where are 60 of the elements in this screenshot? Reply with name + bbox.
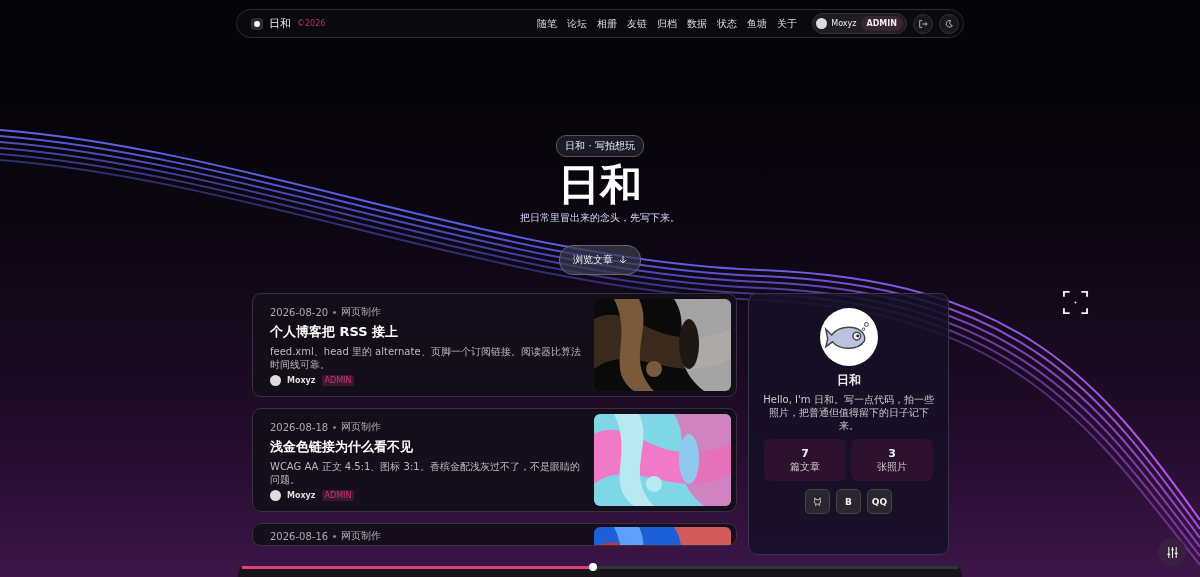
- post-category[interactable]: 网页制作: [341, 529, 382, 543]
- separator-dot: [333, 425, 337, 429]
- hero-title: 日和: [558, 161, 642, 209]
- theme-toggle-button[interactable]: [939, 13, 959, 34]
- social-button[interactable]: QQ: [867, 489, 892, 514]
- moon-icon: [944, 18, 954, 29]
- nav-link[interactable]: 鱼塘: [742, 16, 773, 31]
- profile-name: 日和: [836, 372, 861, 389]
- avatar-icon: [816, 18, 828, 29]
- hero-tag: 日和 · 写拍想玩: [556, 135, 644, 157]
- post-title[interactable]: 浅金色链接为什么看不见: [270, 438, 584, 456]
- post-date: 2026-08-16: [270, 530, 329, 542]
- nav-link[interactable]: 归档: [652, 16, 683, 31]
- user-name: Moxyz: [831, 19, 857, 28]
- cat-icon: [812, 496, 823, 507]
- post-card[interactable]: 2026-08-16 网页制作: [252, 523, 737, 546]
- avatar-icon: [270, 490, 281, 501]
- role-badge: ADMIN: [860, 16, 903, 31]
- stat-label: 张照片: [877, 459, 907, 474]
- focus-frame-icon: [1062, 289, 1089, 316]
- hero-subtitle: 把日常里冒出来的念头，先写下来。: [520, 211, 680, 225]
- post-category[interactable]: 网页制作: [341, 305, 382, 319]
- post-excerpt: WCAG AA 正文 4.5:1、图标 3:1。香槟金配浅灰过不了，不是眼睛的问题。: [270, 460, 581, 486]
- progress-track[interactable]: [242, 566, 958, 569]
- nav-link[interactable]: 论坛: [562, 16, 593, 31]
- nav-link[interactable]: 相册: [592, 16, 623, 31]
- logout-button[interactable]: [913, 13, 933, 34]
- sliders-icon: [1165, 545, 1179, 559]
- role-badge: ADMIN: [321, 490, 355, 501]
- post-excerpt: feed.xml、head 里的 alternate、页脚一个订阅链接。阅读器比算法时间线可靠。: [270, 345, 582, 371]
- site-name[interactable]: 日和: [269, 16, 291, 31]
- nav-link[interactable]: 关于: [772, 16, 803, 31]
- post-date: 2026-08-20: [270, 306, 329, 318]
- role-badge: ADMIN: [321, 375, 355, 386]
- profile-bio: Hello, I'm 日和。写一点代码，拍一些照片，把普通但值得留下的日子记下来。: [763, 393, 934, 432]
- stat-value: 3: [888, 446, 896, 460]
- separator-dot: [333, 534, 337, 538]
- separator-dot: [333, 310, 337, 314]
- post-card[interactable]: 2026-08-18 网页制作 浅金色链接为什么看不见 WCAG AA 正文 4.5:1、图标 3:1。香槟金配浅灰过不了，不是眼睛的问题。 Moxyz ADMIN: [252, 408, 737, 512]
- browse-posts-button[interactable]: 浏览文章: [559, 245, 641, 275]
- nav-link[interactable]: 友链: [622, 16, 653, 31]
- post-date: 2026-08-18: [270, 421, 329, 433]
- nav-link[interactable]: 随笔: [532, 16, 563, 31]
- user-pill[interactable]: Moxyz ADMIN: [812, 13, 907, 34]
- copyright-year: ©2026: [297, 19, 326, 28]
- arrow-down-icon: [619, 256, 627, 264]
- author-name: Moxyz: [287, 376, 316, 385]
- author-name: Moxyz: [287, 491, 316, 500]
- stat-value: 7: [801, 446, 809, 460]
- post-card[interactable]: 2026-08-20 网页制作 个人博客把 RSS 接上 feed.xml、head 里的 alternate、页脚一个订阅链接。阅读器比算法时间线可靠。 Moxyz ADMIN: [252, 293, 737, 397]
- avatar-icon: [270, 375, 281, 386]
- social-button[interactable]: B: [836, 489, 861, 514]
- post-category[interactable]: 网页制作: [341, 420, 382, 434]
- logout-icon: [918, 18, 928, 29]
- fish-avatar-icon: [819, 308, 878, 366]
- github-button[interactable]: [805, 489, 830, 514]
- nav-link[interactable]: 状态: [712, 16, 743, 31]
- nav-link[interactable]: 数据: [682, 16, 713, 31]
- post-title[interactable]: 个人博客把 RSS 接上: [270, 323, 584, 341]
- stat-label: 篇文章: [790, 459, 820, 474]
